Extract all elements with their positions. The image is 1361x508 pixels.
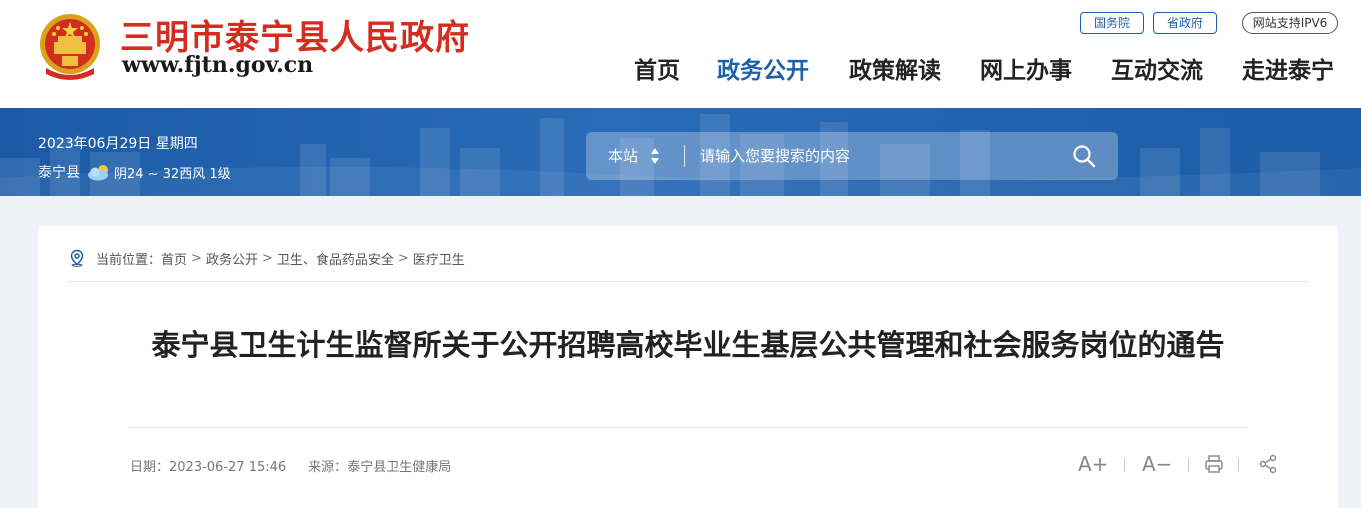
top-link-state-council[interactable]: 国务院 [1080, 12, 1144, 34]
share-icon[interactable] [1258, 452, 1278, 476]
weather-detail: 阴24 ~ 32西风 1级 [114, 166, 231, 182]
article-source: 泰宁县卫生健康局 [347, 460, 452, 475]
nav-item-home[interactable]: 首页 [634, 56, 680, 86]
article-meta: 日期：2023-06-27 15:46 来源：泰宁县卫生健康局 [130, 456, 451, 475]
article-card: 当前位置： 首页 > 政务公开 > 卫生、食品药品安全 > 医疗卫生 泰宁县卫生… [38, 226, 1338, 508]
breadcrumb-item-home[interactable]: 首页 [161, 249, 187, 268]
article-title: 泰宁县卫生计生监督所关于公开招聘高校毕业生基层公共管理和社会服务岗位的通告 [151, 328, 1225, 362]
breadcrumb-separator: > [191, 250, 202, 266]
font-smaller-button[interactable]: A− [1142, 452, 1172, 476]
date-label: 日期： [130, 460, 170, 475]
breadcrumb-label: 当前位置： [96, 252, 162, 268]
site-header: 三明市泰宁县人民政府 www.fjtn.gov.cn 国务院 省政府 网站支持I… [0, 0, 1361, 108]
breadcrumb-separator: > [261, 250, 273, 266]
breadcrumb-separator: > [397, 250, 409, 266]
banner: 2023年06月29日 星期四 泰宁县 阴24 ~ 32西风 1级 本站 [0, 108, 1361, 196]
tool-divider [1124, 458, 1125, 472]
current-date: 2023年06月29日 星期四 [38, 136, 198, 152]
location-pin-icon [70, 249, 84, 267]
breadcrumb: 当前位置： 首页 > 政务公开 > 卫生、食品药品安全 > 医疗卫生 [68, 248, 465, 268]
nav-item-policy[interactable]: 政策解读 [849, 56, 941, 86]
publish-date: 2023-06-27 15:46 [169, 460, 287, 475]
print-icon[interactable] [1204, 452, 1224, 476]
weather-widget: 泰宁县 阴24 ~ 32西风 1级 [38, 162, 231, 182]
cloudy-icon [88, 165, 108, 181]
ipv6-badge: 网站支持IPV6 [1242, 12, 1338, 34]
tool-divider [1238, 458, 1239, 472]
nav-item-online-service[interactable]: 网上办事 [980, 56, 1072, 86]
search-icon[interactable] [1072, 144, 1096, 168]
article-tools: A+ A− [1038, 448, 1277, 480]
source-label: 来源： [308, 460, 348, 475]
main-nav: 首页 政务公开 政策解读 网上办事 互动交流 走进泰宁 [0, 56, 1361, 86]
tool-divider [1188, 458, 1189, 472]
top-links: 国务院 省政府 网站支持IPV6 [0, 12, 1361, 36]
breadcrumb-divider [68, 281, 1308, 282]
search-input[interactable] [700, 141, 1040, 171]
search-scope-select[interactable]: 本站 [608, 132, 638, 180]
search-divider [684, 145, 685, 167]
top-link-province[interactable]: 省政府 [1153, 12, 1217, 34]
weather-city: 泰宁县 [38, 165, 80, 181]
breadcrumb-item-health-food[interactable]: 卫生、食品药品安全 [277, 249, 394, 268]
nav-item-interaction[interactable]: 互动交流 [1111, 56, 1203, 86]
title-divider [128, 427, 1248, 428]
breadcrumb-item-medical[interactable]: 医疗卫生 [413, 249, 465, 268]
breadcrumb-item-gov-affairs[interactable]: 政务公开 [206, 249, 258, 268]
search-box: 本站 [586, 132, 1118, 180]
sort-arrows-icon[interactable] [650, 146, 660, 166]
nav-item-about[interactable]: 走进泰宁 [1242, 56, 1334, 86]
nav-item-gov-affairs[interactable]: 政务公开 [717, 56, 809, 86]
font-larger-button[interactable]: A+ [1078, 452, 1108, 476]
